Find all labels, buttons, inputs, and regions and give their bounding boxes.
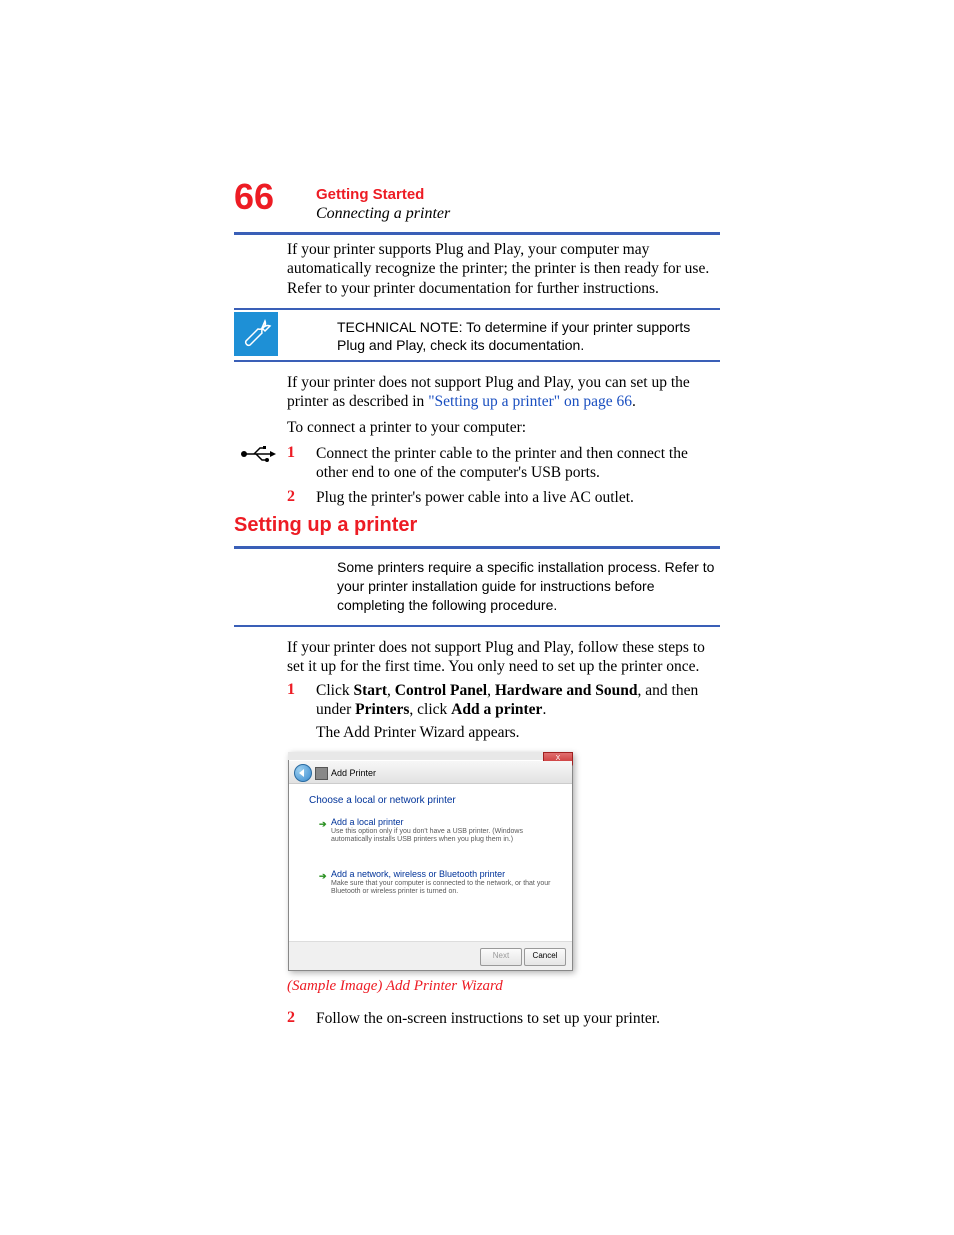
dialog-title: Add Printer <box>331 768 376 778</box>
intro-paragraph: If your printer supports Plug and Play, … <box>287 240 720 298</box>
dialog-footer: Next Cancel <box>289 941 572 970</box>
t1k: . <box>542 701 546 718</box>
option2-desc: Make sure that your computer is connecte… <box>331 880 552 897</box>
arrow-right-icon: ➔ <box>319 871 327 882</box>
section-subtitle: Connecting a printer <box>316 205 450 223</box>
dialog-title-frame <box>288 752 573 760</box>
t1e: , <box>487 682 495 699</box>
paragraph-no-plug-and-play: If your printer does not support Plug an… <box>287 373 720 412</box>
t1c: , <box>387 682 395 699</box>
bold-printers: Printers <box>355 701 409 718</box>
option-add-local-printer[interactable]: ➔ Add a local printer Use this option on… <box>319 817 552 845</box>
step-number-1b: 1 <box>287 681 295 699</box>
bold-start: Start <box>353 682 387 699</box>
page-number: 66 <box>234 176 274 218</box>
t1i: , click <box>409 701 451 718</box>
wrench-icon-svg <box>236 314 276 354</box>
bold-hardware-sound: Hardware and Sound <box>495 682 638 699</box>
step-1b-text: Click Start, Control Panel, Hardware and… <box>316 681 720 720</box>
step-2-text: Plug the printer's power cable into a li… <box>316 488 720 507</box>
paragraph-wizard-appears: The Add Printer Wizard appears. <box>316 723 720 742</box>
add-printer-dialog: X Add Printer Choose a local or network … <box>288 752 573 971</box>
cross-reference-link[interactable]: "Setting up a printer" on page 66 <box>428 393 632 410</box>
usb-icon <box>240 444 276 464</box>
paragraph-follow-steps: If your printer does not support Plug an… <box>287 638 720 677</box>
technical-note: TECHNICAL NOTE: To determine if your pri… <box>337 318 720 354</box>
back-button-icon[interactable] <box>294 764 312 782</box>
note-rule-bottom <box>234 360 720 362</box>
heading-rule <box>234 546 720 549</box>
para2-b: . <box>632 393 636 410</box>
step-2b-text: Follow the on-screen instructions to set… <box>316 1009 720 1028</box>
paragraph-to-connect: To connect a printer to your computer: <box>287 418 720 437</box>
arrow-right-icon: ➔ <box>319 819 327 830</box>
dialog-heading: Choose a local or network printer <box>309 795 456 806</box>
option-add-network-printer[interactable]: ➔ Add a network, wireless or Bluetooth p… <box>319 869 552 897</box>
t1a: Click <box>316 682 353 699</box>
heading-setting-up-printer: Setting up a printer <box>234 514 417 537</box>
header-rule <box>234 232 720 235</box>
cancel-button[interactable]: Cancel <box>524 948 566 966</box>
next-button[interactable]: Next <box>480 948 522 966</box>
option2-title: Add a network, wireless or Bluetooth pri… <box>331 869 552 879</box>
step-number-2b: 2 <box>287 1009 295 1027</box>
step-number-1: 1 <box>287 444 295 462</box>
chapter-title: Getting Started <box>316 186 424 203</box>
installation-note: Some printers require a specific install… <box>337 558 720 615</box>
note-rule-top <box>234 308 720 310</box>
technical-note-label: TECHNICAL NOTE: <box>337 319 463 335</box>
step-number-2: 2 <box>287 488 295 506</box>
figure-caption: (Sample Image) Add Printer Wizard <box>287 978 503 995</box>
step-1-text: Connect the printer cable to the printer… <box>316 444 720 483</box>
bold-add-printer: Add a printer <box>451 701 542 718</box>
printer-icon <box>315 767 328 780</box>
note2-rule <box>234 625 720 627</box>
option1-title: Add a local printer <box>331 817 552 827</box>
option1-desc: Use this option only if you don't have a… <box>331 828 552 845</box>
bold-control-panel: Control Panel <box>395 682 487 699</box>
